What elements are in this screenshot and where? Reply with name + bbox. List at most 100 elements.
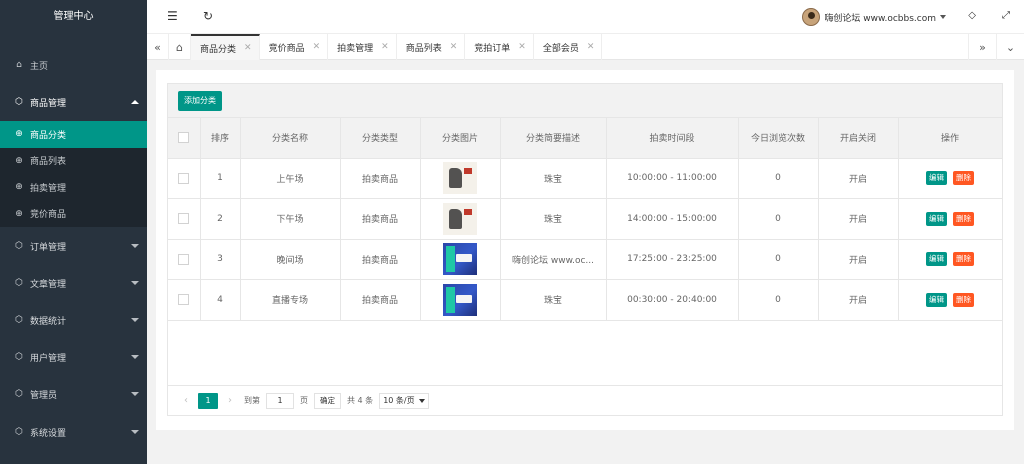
menu-toggle-icon[interactable]: ☰	[167, 9, 178, 23]
column-header[interactable]: 分类图片	[420, 118, 501, 159]
sidebar-group-label: 商品管理	[30, 98, 67, 109]
user-name: 嗨创论坛 www.ocbbs.com	[824, 13, 936, 24]
plus-circle-icon: ⊕	[15, 155, 23, 166]
row-checkbox[interactable]	[178, 253, 190, 265]
next-page-icon[interactable]: ›	[222, 395, 238, 406]
tabs-scroll-left-icon[interactable]: «	[147, 34, 169, 60]
sidebar-group-users[interactable]: ⬡ 用户管理	[0, 347, 147, 367]
goto-confirm-button[interactable]: 确定	[314, 392, 341, 409]
tabs-scroll-right-icon[interactable]: »	[968, 34, 996, 60]
column-header[interactable]: 拍卖时间段	[606, 118, 739, 159]
sidebar-group-articles[interactable]: ⬡ 文章管理	[0, 273, 147, 293]
chevron-up-icon	[131, 100, 139, 104]
prev-page-icon[interactable]: ‹	[178, 395, 194, 406]
tab-product-list[interactable]: 商品列表 ✕	[397, 34, 466, 60]
category-thumbnail[interactable]	[443, 162, 477, 195]
row-checkbox[interactable]	[178, 294, 190, 306]
tab-label: 竞拍订单	[474, 43, 511, 54]
cell-type: 拍卖商品	[340, 198, 421, 240]
chevron-down-icon[interactable]: ⌄	[996, 34, 1024, 60]
sidebar-item-auction[interactable]: ⊕ 拍卖管理	[0, 174, 147, 201]
close-icon[interactable]: ✕	[587, 42, 595, 52]
select-all-cell	[168, 118, 201, 159]
row-checkbox[interactable]	[178, 213, 190, 225]
table-toolbar: 添加分类	[168, 84, 1002, 118]
sidebar-group-admins[interactable]: ⬡ 管理员	[0, 384, 147, 404]
category-thumbnail[interactable]	[443, 243, 477, 276]
sidebar-group-settings[interactable]: ⬡ 系统设置	[0, 422, 147, 442]
goto-page-input[interactable]: 1	[266, 392, 294, 409]
sidebar-group-orders[interactable]: ⬡ 订单管理	[0, 236, 147, 256]
edit-button[interactable]: 编辑	[926, 171, 947, 186]
column-header[interactable]: 开启关闭	[818, 118, 899, 159]
sidebar-group-products[interactable]: ⬡ 商品管理	[0, 92, 147, 112]
tab-bidding[interactable]: 竞价商品 ✕	[260, 34, 329, 60]
close-icon[interactable]: ✕	[518, 42, 526, 52]
tab-category[interactable]: 商品分类 ✕	[191, 34, 260, 60]
page-current[interactable]: 1	[198, 392, 218, 409]
tab-orders[interactable]: 竞拍订单 ✕	[465, 34, 534, 60]
column-header[interactable]: 排序	[200, 118, 241, 159]
category-thumbnail[interactable]	[443, 283, 477, 316]
tab-home-icon[interactable]: ⌂	[169, 34, 191, 60]
delete-button[interactable]: 删除	[953, 171, 974, 186]
cell-time: 00:30:00 - 20:40:00	[606, 279, 739, 321]
user-menu[interactable]: 嗨创论坛 www.ocbbs.com	[802, 8, 946, 26]
tab-label: 拍卖管理	[337, 43, 374, 54]
close-icon[interactable]: ✕	[313, 42, 321, 52]
category-thumbnail[interactable]	[443, 202, 477, 235]
delete-button[interactable]: 删除	[953, 252, 974, 267]
cube-icon: ⬡	[15, 315, 23, 325]
row-select-cell	[168, 158, 201, 199]
tab-label: 商品列表	[405, 43, 442, 54]
cell-status: 开启	[818, 198, 899, 240]
cell-time: 14:00:00 - 15:00:00	[606, 198, 739, 240]
refresh-icon[interactable]: ↻	[203, 9, 213, 23]
column-header[interactable]: 分类名称	[240, 118, 341, 159]
tab-auction[interactable]: 拍卖管理 ✕	[328, 34, 397, 60]
cell-name: 上午场	[240, 158, 341, 199]
tag-icon[interactable]: ◇	[968, 10, 976, 21]
sidebar-item-home[interactable]: ⌂ 主页	[0, 55, 147, 75]
row-select-cell	[168, 198, 201, 240]
sidebar-item-bidding[interactable]: ⊕ 竞价商品	[0, 201, 147, 228]
pagination: ‹ 1 › 到第 1 页 确定 共 4 条 10 条/页	[168, 385, 1002, 415]
data-table-box: 添加分类 排序 分类名称 分类类型 分类图片 分类简要描述 拍卖时间段 今日浏览	[167, 83, 1003, 416]
sidebar-item-product-list[interactable]: ⊕ 商品列表	[0, 148, 147, 175]
close-icon[interactable]: ✕	[381, 42, 389, 52]
chevron-down-icon	[131, 430, 139, 434]
sidebar-group-label: 管理员	[30, 390, 58, 401]
fullscreen-icon[interactable]: ⤢	[1002, 10, 1010, 21]
tab-members[interactable]: 全部会员 ✕	[534, 34, 603, 60]
page-size-select[interactable]: 10 条/页	[379, 392, 429, 409]
sidebar-item-label: 主页	[30, 61, 49, 72]
cell-status: 开启	[818, 279, 899, 321]
chevron-down-icon	[131, 244, 139, 248]
chevron-down-icon	[131, 355, 139, 359]
select-all-checkbox[interactable]	[178, 132, 190, 144]
delete-button[interactable]: 删除	[953, 292, 974, 307]
edit-button[interactable]: 编辑	[926, 292, 947, 307]
sidebar-group-stats[interactable]: ⬡ 数据统计	[0, 310, 147, 330]
delete-button[interactable]: 删除	[953, 211, 974, 226]
table-header-row: 排序 分类名称 分类类型 分类图片 分类简要描述 拍卖时间段 今日浏览次数 开启…	[168, 118, 1003, 159]
column-header[interactable]: 分类类型	[340, 118, 421, 159]
cell-order: 1	[200, 158, 241, 199]
cell-type: 拍卖商品	[340, 239, 421, 280]
tab-label: 竞价商品	[268, 43, 305, 54]
home-icon: ⌂	[16, 60, 22, 70]
cell-image	[420, 279, 501, 321]
edit-button[interactable]: 编辑	[926, 211, 947, 226]
column-header[interactable]: 分类简要描述	[500, 118, 607, 159]
add-category-button[interactable]: 添加分类	[178, 91, 222, 111]
edit-button[interactable]: 编辑	[926, 252, 947, 267]
close-icon[interactable]: ✕	[450, 42, 458, 52]
cell-actions: 编辑 删除	[898, 279, 1003, 321]
avatar	[802, 8, 821, 26]
column-header[interactable]: 今日浏览次数	[738, 118, 819, 159]
cell-type: 拍卖商品	[340, 279, 421, 321]
sidebar-item-category[interactable]: ⊕ 商品分类	[0, 121, 147, 148]
row-select-cell	[168, 279, 201, 321]
row-checkbox[interactable]	[178, 172, 190, 184]
close-icon[interactable]: ✕	[244, 43, 252, 53]
